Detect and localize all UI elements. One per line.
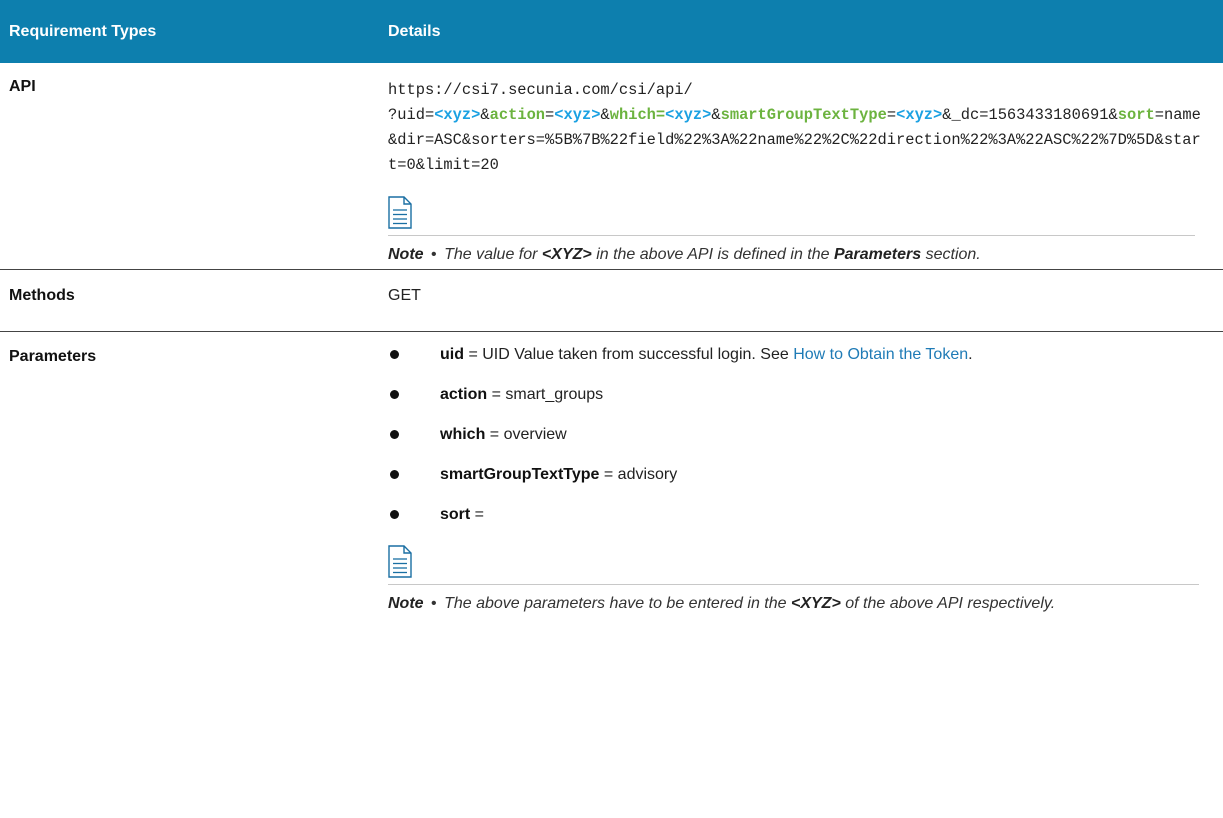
list-item: action = smart_groups <box>388 383 1211 423</box>
url-param-action: action <box>489 106 546 124</box>
url-placeholder: <xyz> <box>665 106 712 124</box>
header-details: Details <box>388 0 1223 63</box>
methods-value: GET <box>388 269 1223 332</box>
row-label-parameters: Parameters <box>0 331 388 618</box>
header-requirement-types: Requirement Types <box>0 0 388 63</box>
url-param-sort: sort <box>1117 106 1155 124</box>
url-dc: &_dc=1563433180691& <box>942 106 1118 124</box>
url-placeholder: <xyz> <box>896 106 943 124</box>
note-document-icon <box>388 545 412 578</box>
list-item: sort = <box>388 503 1211 543</box>
url-placeholder: <xyz> <box>434 106 481 124</box>
list-item: which = overview <box>388 423 1211 463</box>
note-label: Note <box>388 246 424 263</box>
list-item: uid = UID Value taken from successful lo… <box>388 343 1211 383</box>
table-row-api: API https://csi7.secunia.com/csi/api/ ?ui… <box>0 63 1223 270</box>
url-placeholder: <xyz> <box>554 106 601 124</box>
url-base: https://csi7.secunia.com/csi/api/ <box>388 81 693 99</box>
parameters-note: Note • The above parameters have to be e… <box>388 595 1056 612</box>
api-note: Note • The value for <XYZ> in the above … <box>388 246 981 263</box>
api-details-cell: https://csi7.secunia.com/csi/api/?uid=<x… <box>388 63 1223 270</box>
parameters-details-cell: uid = UID Value taken from successful lo… <box>388 331 1223 618</box>
how-to-obtain-token-link[interactable]: How to Obtain the Token <box>793 346 968 363</box>
bullet-icon <box>390 350 399 359</box>
api-url: https://csi7.secunia.com/csi/api/?uid=<x… <box>388 81 1201 174</box>
bullet-icon <box>390 470 399 479</box>
note-label: Note <box>388 595 424 612</box>
table-row-methods: Methods GET <box>0 269 1223 332</box>
url-param-smartgrouptexttype: smartGroupTextType <box>720 106 887 124</box>
note-document-icon <box>388 196 412 229</box>
requirements-table: Requirement Types Details API https://cs… <box>0 0 1223 618</box>
row-label-methods: Methods <box>0 269 388 332</box>
table-row-parameters: Parameters uid = UID Value taken from su… <box>0 331 1223 618</box>
bullet-icon <box>390 390 399 399</box>
table-header-row: Requirement Types Details <box>0 0 1223 63</box>
row-label-api: API <box>9 78 36 95</box>
url-param-which: which= <box>609 106 666 124</box>
parameter-list: uid = UID Value taken from successful lo… <box>388 343 1211 543</box>
bullet-icon <box>390 510 399 519</box>
url-uid: ?uid= <box>388 106 435 124</box>
bullet-icon <box>390 430 399 439</box>
list-item: smartGroupTextType = advisory <box>388 463 1211 503</box>
